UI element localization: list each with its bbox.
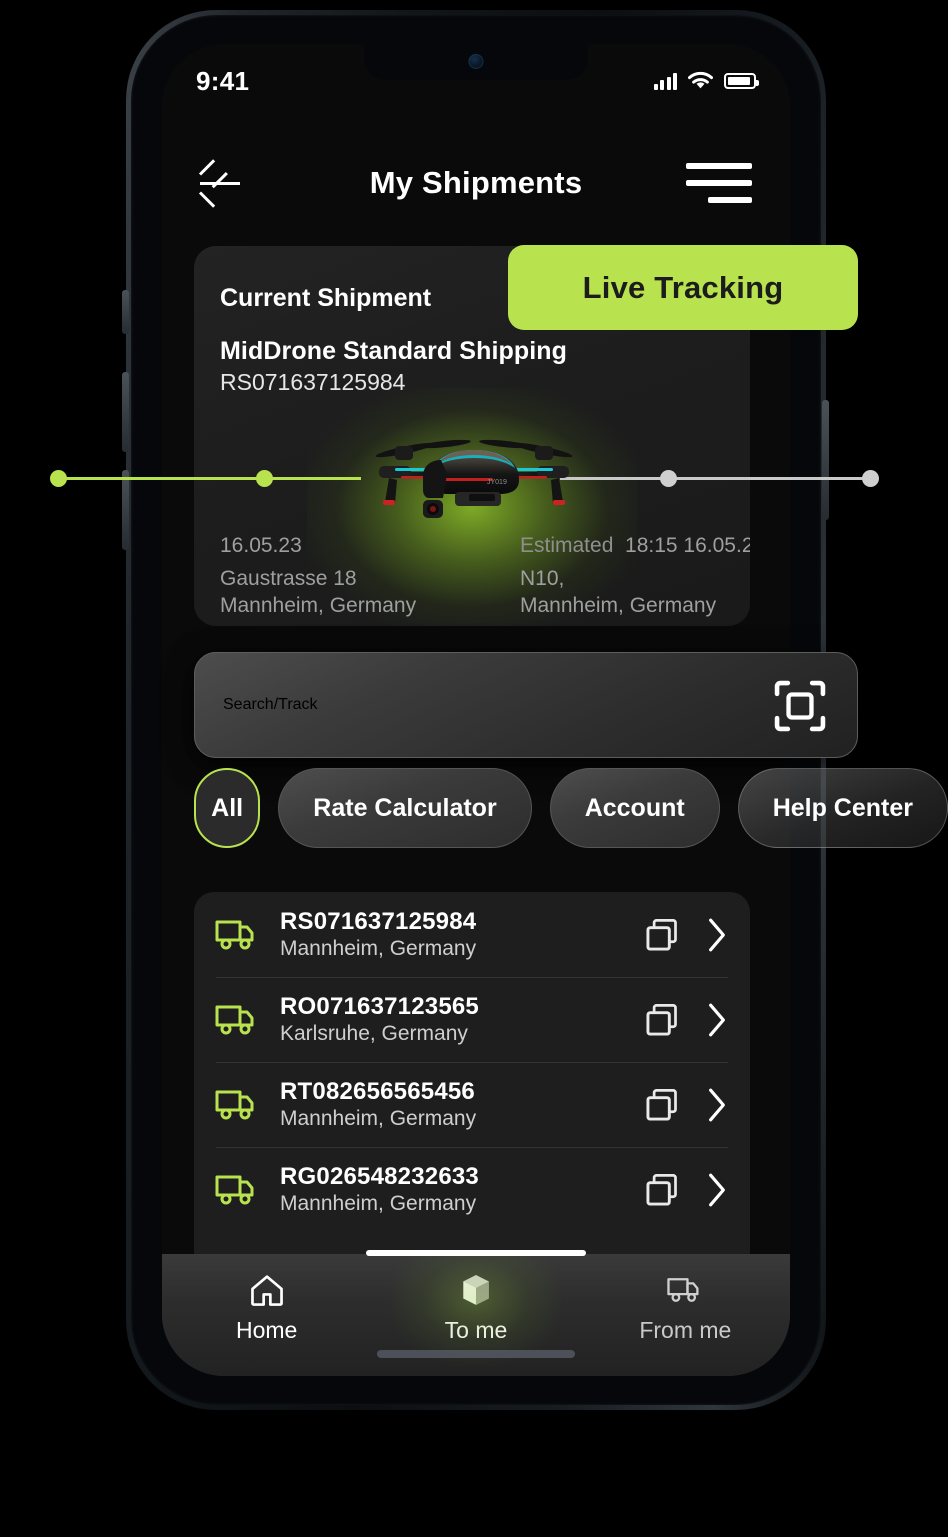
nav-item-from-me[interactable]: From me xyxy=(581,1272,790,1344)
estimated-arrival: Estimated 18:15 16.05.23 xyxy=(520,534,750,558)
home-indicator xyxy=(377,1350,575,1358)
live-tracking-label: Live Tracking xyxy=(582,269,784,305)
phone-volume-up-button[interactable] xyxy=(122,372,129,452)
shipment-list: RS071637125984 Mannheim, Germany RO07163… xyxy=(194,892,750,1272)
chevron-right-icon[interactable] xyxy=(706,1172,728,1208)
origin-address-line1: Gaustrasse 18 xyxy=(220,567,357,590)
progress-dot-4 xyxy=(862,470,879,487)
phone-notch xyxy=(364,44,588,80)
truck-icon xyxy=(215,1005,254,1034)
status-bar-icons xyxy=(653,71,759,91)
progress-line-pending xyxy=(560,477,870,480)
screenshot-root: 9:41 My Shipments Current Shipment MidDr… xyxy=(0,0,948,1537)
filter-chip-account[interactable]: Account xyxy=(549,768,720,848)
phone-mute-switch[interactable] xyxy=(122,290,129,334)
filter-chip-rate-calculator-label: Rate Calculator xyxy=(313,793,497,822)
truck-icon xyxy=(667,1278,699,1302)
destination-address: N10, Mannheim, Germany xyxy=(520,566,750,620)
filter-chip-row: All Rate Calculator Account Help Center xyxy=(194,766,948,850)
scan-qr-icon[interactable] xyxy=(773,679,827,733)
progress-dot-1 xyxy=(50,470,67,487)
app-header: My Shipments xyxy=(162,140,790,226)
progress-dot-3 xyxy=(660,470,677,487)
origin-date: 16.05.23 xyxy=(220,534,302,557)
filter-chip-all[interactable]: All xyxy=(194,768,261,848)
cellular-signal-icon xyxy=(653,72,677,90)
search-placeholder-text: Search/Track xyxy=(223,696,318,713)
row-tracking-number: RS071637125984 xyxy=(280,908,477,935)
front-camera-icon xyxy=(468,54,484,69)
chevron-right-icon[interactable] xyxy=(706,917,728,953)
row-info: RG026548232633 Mannheim, Germany xyxy=(280,1163,644,1216)
row-tracking-number: RT082656565456 xyxy=(280,1078,475,1105)
live-tracking-badge[interactable]: Live Tracking xyxy=(508,245,858,330)
destination-block: Estimated 18:15 16.05.23 N10, Mannheim, … xyxy=(472,534,750,620)
estimated-time: 18:15 16.05.23 xyxy=(625,534,750,557)
row-location: Karlsruhe, Germany xyxy=(280,1022,468,1045)
copy-icon[interactable] xyxy=(644,1172,680,1208)
battery-icon xyxy=(724,73,759,89)
svg-text:JY019: JY019 xyxy=(487,479,507,486)
progress-dot-2 xyxy=(256,470,273,487)
filter-chip-help-center-label: Help Center xyxy=(772,793,913,822)
search-track-field[interactable]: Search/Track xyxy=(194,652,858,758)
nav-label-to-me: To me xyxy=(444,1317,508,1343)
status-bar-time: 9:41 xyxy=(196,65,250,96)
nav-label-home: Home xyxy=(235,1317,298,1343)
row-location: Mannheim, Germany xyxy=(280,1107,477,1130)
row-location: Mannheim, Germany xyxy=(280,937,477,960)
hamburger-menu-icon[interactable] xyxy=(686,161,752,205)
phone-power-button[interactable] xyxy=(822,400,829,520)
shipment-addresses: 16.05.23 Gaustrasse 18 Mannheim, Germany… xyxy=(194,534,750,620)
progress-line-completed xyxy=(58,477,361,480)
copy-icon[interactable] xyxy=(644,917,680,953)
origin-address-line2: Mannheim, Germany xyxy=(220,593,417,617)
filter-chip-help-center[interactable]: Help Center xyxy=(737,768,948,848)
filter-chip-account-label: Account xyxy=(584,793,685,822)
copy-icon[interactable] xyxy=(644,1087,680,1123)
table-row[interactable]: RT082656565456 Mannheim, Germany xyxy=(194,1062,750,1147)
estimated-label: Estimated xyxy=(520,534,614,557)
table-row[interactable]: RS071637125984 Mannheim, Germany xyxy=(194,892,750,977)
origin-address: Gaustrasse 18 Mannheim, Germany xyxy=(220,566,472,620)
copy-icon[interactable] xyxy=(644,1002,680,1038)
row-info: RO071637123565 Karlsruhe, Germany xyxy=(280,993,644,1046)
home-icon xyxy=(250,1275,283,1306)
truck-icon xyxy=(215,1090,254,1119)
destination-address-line2: Mannheim, Germany xyxy=(520,593,717,617)
nav-label-from-me: From me xyxy=(639,1317,732,1343)
row-tracking-number: RG026548232633 xyxy=(280,1163,479,1190)
chevron-right-icon[interactable] xyxy=(706,1087,728,1123)
row-location: Mannheim, Germany xyxy=(280,1192,477,1215)
truck-icon xyxy=(215,920,254,949)
shipment-service-name: MidDrone Standard Shipping xyxy=(220,337,568,365)
truck-icon xyxy=(215,1175,254,1204)
drone-illustration: JY019 xyxy=(375,439,573,518)
box-icon xyxy=(463,1275,489,1305)
row-tracking-number: RO071637123565 xyxy=(280,993,479,1020)
chevron-right-icon[interactable] xyxy=(706,1002,728,1038)
filter-chip-rate-calculator[interactable]: Rate Calculator xyxy=(278,768,532,848)
back-arrow-icon[interactable] xyxy=(198,168,244,208)
row-info: RT082656565456 Mannheim, Germany xyxy=(280,1078,644,1131)
nav-item-home[interactable]: Home xyxy=(162,1272,371,1344)
table-row[interactable]: RO071637123565 Karlsruhe, Germany xyxy=(194,977,750,1062)
filter-chip-all-label: All xyxy=(211,793,244,822)
destination-address-line1: N10, xyxy=(520,567,565,590)
wifi-icon xyxy=(688,71,713,89)
table-row[interactable]: RG026548232633 Mannheim, Germany xyxy=(194,1147,750,1232)
row-info: RS071637125984 Mannheim, Germany xyxy=(280,908,644,961)
origin-block: 16.05.23 Gaustrasse 18 Mannheim, Germany xyxy=(220,534,472,620)
shipment-tracking-number: RS071637125984 xyxy=(220,369,406,395)
nav-item-to-me[interactable]: To me xyxy=(371,1272,580,1344)
